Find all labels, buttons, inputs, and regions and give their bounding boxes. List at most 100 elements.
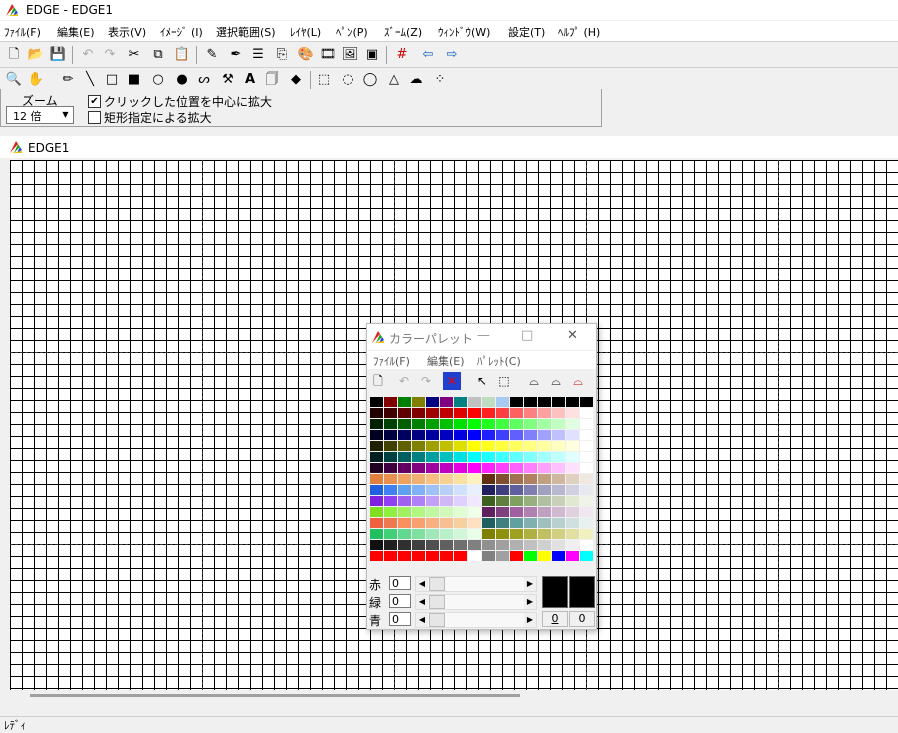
palette-swatch[interactable] (398, 408, 412, 419)
red-value-field[interactable]: 0 (389, 576, 411, 590)
palette-swatch[interactable] (566, 518, 580, 529)
palette-swatch[interactable] (482, 540, 496, 551)
palette-swatch[interactable] (440, 397, 454, 408)
palette-swatch[interactable] (552, 463, 566, 474)
freeform-select-icon[interactable]: ☁ (406, 70, 426, 90)
palette-swatch[interactable] (496, 441, 510, 452)
palette-swatch[interactable] (440, 419, 454, 430)
palette-swatch[interactable] (454, 397, 468, 408)
palette-swatch[interactable] (384, 397, 398, 408)
palette-swatch[interactable] (496, 540, 510, 551)
pencil-icon[interactable]: ✏ (58, 70, 78, 90)
palette-swatch[interactable] (510, 408, 524, 419)
scrollbar-thumb[interactable] (30, 694, 520, 697)
palette-swatch[interactable] (496, 485, 510, 496)
green-value-field[interactable]: 0 (389, 594, 411, 608)
palette-swatch[interactable] (370, 408, 384, 419)
palette-swatch[interactable] (398, 441, 412, 452)
palette-swatch[interactable] (552, 408, 566, 419)
palette-swatch[interactable] (566, 551, 580, 562)
palette-swatch[interactable] (426, 496, 440, 507)
palette-menu-palette[interactable]: ﾊﾟﾚｯﾄ(C) (477, 353, 521, 369)
palette-swatch[interactable] (454, 452, 468, 463)
palette-swatch[interactable] (538, 419, 552, 430)
palette-swatch[interactable] (510, 441, 524, 452)
palette-swatch[interactable] (468, 474, 482, 485)
menu-layer[interactable]: ﾚｲﾔ(L) (290, 24, 321, 40)
pen-tool-b-icon[interactable]: ✒ (226, 45, 246, 65)
palette-swatch[interactable] (412, 419, 426, 430)
palette-swatch[interactable] (426, 419, 440, 430)
palette-swatch[interactable] (496, 551, 510, 562)
arrow-left-icon[interactable]: ⇦ (418, 45, 438, 65)
palette-swatch[interactable] (426, 507, 440, 518)
zoom-dropdown[interactable]: 12 倍 ▼ (6, 106, 74, 124)
palette-swatch[interactable] (426, 540, 440, 551)
palette-swatch[interactable] (426, 441, 440, 452)
palette-swatch[interactable] (538, 518, 552, 529)
gradient-c-icon[interactable]: ⌓ (569, 372, 587, 390)
palette-swatch[interactable] (440, 441, 454, 452)
palette-swatch[interactable] (440, 540, 454, 551)
palette-swatch[interactable] (468, 518, 482, 529)
palette-swatch[interactable] (566, 507, 580, 518)
palette-swatch[interactable] (552, 540, 566, 551)
palette-swatch[interactable] (370, 551, 384, 562)
palette-swatch[interactable] (412, 496, 426, 507)
palette-swatch[interactable] (412, 397, 426, 408)
palette-swatch[interactable] (440, 507, 454, 518)
palette-swatch[interactable] (538, 507, 552, 518)
blue-slider[interactable]: ◀ ▶ (415, 612, 537, 628)
palette-swatch[interactable] (538, 529, 552, 540)
palette-swatch[interactable] (370, 485, 384, 496)
palette-swatch[interactable] (510, 419, 524, 430)
palette-swatch[interactable] (468, 408, 482, 419)
palette-swatch[interactable] (412, 485, 426, 496)
palette-swatch[interactable] (566, 441, 580, 452)
palette-swatch[interactable] (482, 441, 496, 452)
palette-swatch[interactable] (398, 529, 412, 540)
palette-swatch[interactable] (370, 518, 384, 529)
palette-menu-file[interactable]: ﾌｧｲﾙ(F) (373, 353, 410, 369)
layer-copy-icon[interactable]: ⎘ (272, 45, 292, 65)
palette-swatch[interactable] (454, 507, 468, 518)
palette-swatch[interactable] (538, 441, 552, 452)
arrow-right-icon[interactable]: ▶ (524, 577, 536, 591)
palette-swatch[interactable] (384, 507, 398, 518)
palette-swatch[interactable] (496, 518, 510, 529)
palette-swatch[interactable] (566, 463, 580, 474)
palette-swatch[interactable] (440, 518, 454, 529)
palette-swatch[interactable] (510, 474, 524, 485)
palette-swatch[interactable] (440, 452, 454, 463)
palette-menu-edit[interactable]: 編集(E) (427, 353, 465, 369)
palette-swatch[interactable] (398, 430, 412, 441)
arrow-left-icon[interactable]: ◀ (416, 613, 428, 627)
minimize-icon[interactable]: — (477, 328, 490, 343)
palette-swatch[interactable] (440, 485, 454, 496)
menu-pen[interactable]: ﾍﾟﾝ(P) (336, 24, 368, 40)
palette-swatch[interactable] (440, 408, 454, 419)
range-select-icon[interactable]: ⬚ (495, 372, 513, 390)
palette-swatch[interactable] (524, 507, 538, 518)
palette-swatch[interactable] (510, 507, 524, 518)
palette-swatch[interactable] (468, 485, 482, 496)
pen-tool-a-icon[interactable]: ✎ (202, 45, 222, 65)
paste-icon[interactable]: 📋 (172, 45, 192, 65)
menu-image[interactable]: ｲﾒｰｼﾞ (I) (160, 24, 203, 40)
lasso-select-icon[interactable]: ◯ (360, 70, 380, 90)
palette-swatch[interactable] (398, 518, 412, 529)
palette-swatch[interactable] (524, 441, 538, 452)
palette-swatch[interactable] (524, 551, 538, 562)
gradient-b-icon[interactable]: ⌓ (547, 372, 565, 390)
palette-swatch[interactable] (580, 507, 594, 518)
palette-swatch[interactable] (552, 430, 566, 441)
palette-swatch[interactable] (370, 496, 384, 507)
menu-zoom[interactable]: ｽﾞｰﾑ(Z) (384, 24, 422, 40)
hammer-icon[interactable]: ⚒ (218, 70, 238, 90)
palette-swatch[interactable] (468, 507, 482, 518)
ellipse-select-icon[interactable]: ◌ (338, 70, 358, 90)
palette-swatch[interactable] (370, 474, 384, 485)
layer-lines-icon[interactable]: ☰ (248, 45, 268, 65)
palette-swatch[interactable] (482, 507, 496, 518)
palette-swatch[interactable] (580, 397, 594, 408)
